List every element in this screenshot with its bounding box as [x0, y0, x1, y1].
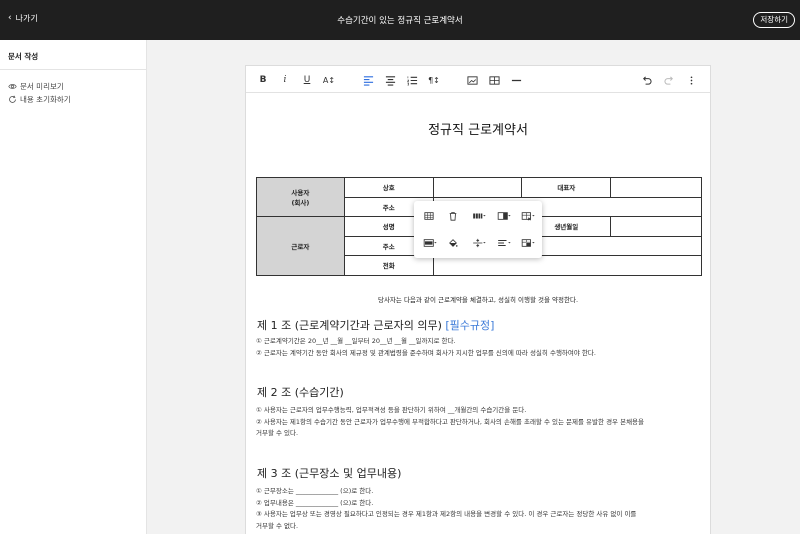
article-line: ② 근로자는 계약기간 동안 회사의 제규정 및 관계법령을 준수하며 회사가 …: [256, 348, 596, 357]
sidebar-item-reset[interactable]: 내용 초기화하기: [0, 93, 146, 106]
insert-row-icon[interactable]: [467, 209, 491, 223]
sidebar-item-label: 문서 미리보기: [20, 82, 64, 91]
sidebar-item-label: 내용 초기화하기: [20, 95, 71, 104]
trash-icon[interactable]: [443, 209, 463, 223]
article-line: 거부할 수 없다.: [256, 521, 299, 530]
article-line: 거부할 수 있다.: [256, 429, 299, 437]
page-title: 정규직 근로계약서: [428, 123, 528, 138]
align-left-button[interactable]: [360, 72, 376, 88]
merge-cells-icon[interactable]: [419, 236, 441, 250]
phone-value[interactable]: [432, 255, 703, 276]
employer-cell: 사용자 (회사): [256, 177, 345, 217]
sidebar-item-preview[interactable]: 문서 미리보기: [0, 80, 146, 93]
undo-icon: [642, 75, 652, 85]
undo-button[interactable]: [638, 72, 654, 88]
redo-icon: [663, 75, 673, 85]
text-align-icon[interactable]: [492, 236, 516, 250]
article-heading-text: 제 1 조 (근로계약기간과 근로자의 의무): [257, 319, 442, 332]
eye-icon: [8, 84, 17, 89]
image-button[interactable]: [464, 72, 480, 88]
article-line: ① 근로계약기간은 20__년 __월 __일부터 20__년 __월 __일까…: [256, 337, 456, 345]
article-heading-text: 제 3 조 (근무장소 및 업무내용): [257, 467, 402, 480]
editor-toolbar: B i U A↕ ¶↕: [246, 66, 710, 93]
article-heading-text: 제 2 조 (수습기간): [257, 386, 344, 399]
article-1-body: ① 근로계약기간은 20__년 __월 __일부터 20__년 __월 __일까…: [256, 336, 704, 359]
table-icon: [488, 75, 500, 85]
align-left-icon: [363, 75, 373, 86]
vertical-align-icon[interactable]: [467, 236, 491, 250]
table-context-menu: [414, 201, 542, 258]
numbered-list-icon: [406, 75, 417, 85]
required-tag: [필수규정]: [445, 319, 495, 332]
align-center-icon: [385, 75, 395, 86]
representative-value[interactable]: [610, 177, 702, 198]
representative-label: 대표자: [521, 177, 612, 198]
redo-button[interactable]: [661, 72, 677, 88]
agreement-text: 당사자는 다음과 같이 근로계약을 체결하고, 성실히 이행할 것을 약정한다.: [377, 296, 579, 304]
cell-options-icon[interactable]: [517, 236, 539, 250]
image-icon: [466, 75, 478, 85]
paragraph-button[interactable]: ¶↕: [426, 72, 442, 88]
article-line: ② 사용자는 제1항의 수습기간 동안 근로자가 업무수행에 부적합하다고 판단…: [256, 417, 645, 426]
table-icon[interactable]: [419, 209, 439, 223]
article-line: ① 근무장소는 _____________ (으)로 한다.: [256, 487, 374, 495]
document-title: 수습기간이 있는 정규직 근로계약서: [337, 16, 463, 26]
fill-color-icon[interactable]: [443, 236, 463, 250]
company-name-label: 상호: [343, 177, 434, 198]
refresh-icon: [9, 95, 16, 103]
align-center-button[interactable]: [382, 72, 398, 88]
underline-button[interactable]: U: [299, 72, 315, 88]
editor: B i U A↕ ¶↕ 정규직 근로계약서 사용자 (회사) 상호 대표자 주소…: [245, 65, 711, 534]
birth-value[interactable]: [610, 216, 702, 237]
phone-label: 전화: [343, 255, 434, 276]
article-2-body: ① 사용자는 근로자의 업무수행능력, 업무적격성 등을 판단하기 위하여 __…: [256, 405, 704, 440]
horizontal-rule-icon: [511, 79, 521, 81]
table-button[interactable]: [486, 72, 502, 88]
sidebar: 문서 작성 문서 미리보기 내용 초기화하기: [0, 40, 147, 534]
article-line: ① 사용자는 근로자의 업무수행능력, 업무적격성 등을 판단하기 위하여 __…: [256, 406, 527, 414]
article-1-heading: 제 1 조 (근로계약기간과 근로자의 의무) [필수규정]: [257, 317, 494, 333]
italic-button[interactable]: i: [277, 72, 293, 88]
save-button[interactable]: 저장하기: [753, 12, 795, 28]
horizontal-rule-button[interactable]: [508, 72, 524, 88]
article-2-heading: 제 2 조 (수습기간): [257, 384, 344, 400]
article-3-body: ① 근무장소는 _____________ (으)로 한다. ② 업무내용은 _…: [256, 486, 704, 532]
company-name-value[interactable]: [432, 177, 523, 198]
article-line: ③ 사용자는 업무상 또는 경영상 필요하다고 인정되는 경우 제1항과 제2항…: [256, 510, 637, 518]
bold-button[interactable]: B: [255, 72, 271, 88]
more-vertical-icon: [690, 75, 692, 85]
worker-cell: 근로자: [256, 216, 345, 276]
article-3-heading: 제 3 조 (근무장소 및 업무내용): [257, 465, 401, 481]
more-options-button[interactable]: [683, 72, 699, 88]
text-size-button[interactable]: A↕: [321, 72, 337, 88]
numbered-list-button[interactable]: [404, 72, 420, 88]
sidebar-heading: 문서 작성: [0, 40, 146, 70]
delete-column-icon[interactable]: [517, 209, 539, 223]
article-line: ② 업무내용은 _____________ (으)로 한다.: [256, 498, 374, 507]
insert-column-icon[interactable]: [492, 209, 516, 223]
top-bar: ‹ 나가기 수습기간이 있는 정규직 근로계약서 저장하기: [0, 0, 800, 40]
